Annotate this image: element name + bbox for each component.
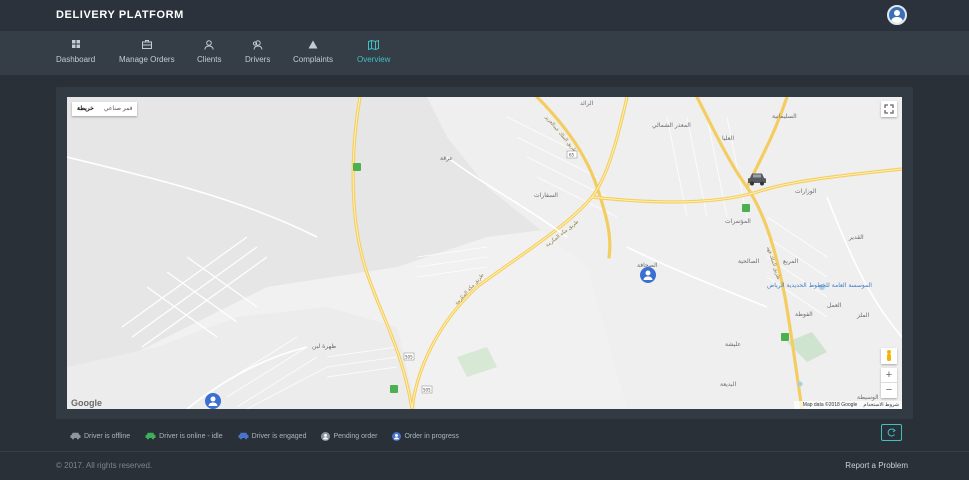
place-label: القدير: [848, 234, 864, 241]
place-label: عرقة: [440, 155, 453, 162]
road-label: طريق الملك عبدالعزيز: [543, 114, 578, 154]
copyright-text: © 2017. All rights reserved.: [56, 461, 153, 470]
map-labels: عرقة ظهرة لبن السفارات المربع الوزارات ا…: [312, 100, 879, 401]
nav-manage-orders[interactable]: Manage Orders: [119, 40, 175, 64]
place-label: الوسيطة: [857, 394, 879, 401]
road-label: طريق الملك فهد: [765, 246, 781, 281]
legend-item-idle: Driver is online - idle: [145, 430, 223, 442]
nav-overview-label: Overview: [357, 55, 391, 64]
street-view-button[interactable]: [881, 348, 897, 364]
warning-icon: [308, 40, 318, 49]
nav-manage-orders-label: Manage Orders: [119, 55, 175, 64]
pegman-icon: [887, 350, 891, 361]
nav-overview[interactable]: Overview: [357, 40, 390, 64]
nav-clients-label: Clients: [197, 55, 222, 64]
map-legend: Driver is offline Driver is online - idl…: [70, 430, 474, 442]
briefcase-icon: [141, 40, 152, 49]
place-label: العمل: [827, 302, 842, 309]
place-label: العليا: [722, 135, 734, 142]
place-label: الوزارات: [795, 188, 817, 195]
terms-link[interactable]: شروط الاستخدام: [863, 402, 899, 408]
dashboard-icon: [71, 40, 80, 48]
nav-complaints[interactable]: Complaints: [293, 40, 333, 64]
place-label: الموسسة العامة للخطوط الحديدية الرياض: [767, 282, 872, 289]
zoom-out-button[interactable]: −: [881, 383, 897, 398]
place-label: الملز: [856, 312, 870, 319]
report-problem-link[interactable]: Report a Problem: [845, 461, 908, 470]
zoom-control: + −: [881, 368, 897, 398]
legend-item-pending: Pending order: [321, 430, 377, 442]
road-shield: 65: [569, 153, 575, 158]
map-canvas[interactable]: عرقة ظهرة لبن السفارات المربع الوزارات ا…: [67, 97, 902, 409]
footer: © 2017. All rights reserved. Report a Pr…: [0, 451, 969, 480]
place-label: المؤتمرات: [725, 218, 751, 225]
road-label: طريق مكة المكرمة: [454, 272, 485, 306]
place-label: المعذر الشمالي: [652, 122, 691, 129]
legend-item-offline: Driver is offline: [70, 430, 130, 442]
car-icon: [238, 432, 249, 440]
nav-dashboard[interactable]: Dashboard: [56, 40, 95, 64]
car-icon: [70, 432, 81, 440]
legend-label: Driver is online - idle: [159, 432, 223, 440]
nav-complaints-label: Complaints: [293, 55, 334, 64]
refresh-button[interactable]: [881, 424, 902, 441]
car-icon: [145, 432, 156, 440]
road-shield: 505: [405, 355, 413, 360]
user-icon: [321, 431, 331, 441]
road-shield: 505: [423, 388, 431, 393]
nav-drivers[interactable]: Drivers: [245, 40, 270, 64]
legend-label: Driver is offline: [84, 432, 131, 440]
map-data-text: Map data ©2018 Google: [802, 402, 858, 408]
refresh-icon: [887, 428, 896, 437]
user-icon: [891, 10, 903, 23]
main-nav: Dashboard Manage Orders Clients Drivers …: [0, 31, 969, 75]
poi-icon: [353, 163, 789, 393]
zoom-in-button[interactable]: +: [881, 368, 897, 383]
user-icon: [204, 40, 214, 50]
map-type-satellite[interactable]: قمر صناعي: [99, 102, 138, 116]
place-label: المربع: [783, 258, 798, 265]
map-type-roadmap[interactable]: خريطة: [72, 102, 99, 116]
order-in-progress-marker[interactable]: [640, 267, 656, 283]
legend-label: Driver is engaged: [251, 432, 307, 440]
user-avatar[interactable]: [887, 5, 907, 25]
place-label: السفارات: [534, 192, 558, 199]
legend-item-in-progress: Order in progress: [392, 430, 459, 442]
nav-dashboard-label: Dashboard: [56, 55, 96, 64]
place-label: السليمانية: [772, 113, 797, 120]
google-logo: Google: [71, 398, 102, 408]
offline-driver-car-icon[interactable]: [747, 172, 767, 187]
user-icon: [392, 431, 402, 441]
place-label: الفوطة: [795, 311, 813, 318]
map-icon: [368, 40, 380, 50]
road-label: طريق مكة المكرمة: [545, 219, 580, 249]
order-in-progress-marker[interactable]: [205, 393, 221, 409]
place-label: الرائد: [580, 100, 594, 107]
legend-label: Order in progress: [404, 432, 459, 440]
place-label: ظهرة لبن: [312, 343, 336, 350]
nav-clients[interactable]: Clients: [197, 40, 221, 64]
brand-title[interactable]: DELIVERY PLATFORM: [56, 9, 184, 21]
users-icon: [253, 40, 263, 50]
place-label: البديعة: [720, 381, 737, 388]
map-attribution: Map data ©2018 Google شروط الاستخدام: [793, 401, 902, 409]
legend-label: Pending order: [333, 432, 378, 440]
place-label: عليشة: [725, 341, 741, 348]
legend-item-engaged: Driver is engaged: [238, 430, 307, 442]
fullscreen-icon: [884, 104, 894, 114]
nav-drivers-label: Drivers: [245, 55, 271, 64]
top-bar: DELIVERY PLATFORM: [0, 0, 969, 31]
map-type-control: خريطة قمر صناعي: [72, 102, 138, 116]
place-label: الصالحية: [738, 258, 760, 265]
fullscreen-button[interactable]: [881, 101, 897, 117]
